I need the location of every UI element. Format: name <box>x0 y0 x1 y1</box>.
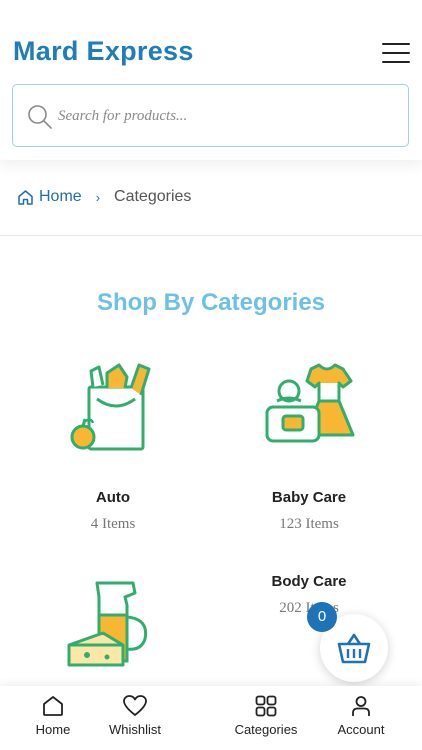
section-title: Shop By Categories <box>96 289 326 316</box>
divider <box>0 235 422 236</box>
basket-icon <box>337 633 371 664</box>
bottom-navigation: Home Whishlist Categories Account <box>0 686 422 750</box>
breadcrumb-home-label: Home <box>39 188 82 205</box>
breadcrumb-current: Categories <box>114 188 192 205</box>
home-icon <box>43 696 63 716</box>
search-icon[interactable] <box>27 104 53 135</box>
category-card-auto[interactable]: Auto 4 Items <box>43 355 183 533</box>
grocery-bag-icon <box>70 363 151 451</box>
category-card-juice[interactable] <box>43 575 183 675</box>
home-icon <box>18 189 33 205</box>
user-icon <box>352 696 370 716</box>
nav-account-label: Account <box>337 722 385 737</box>
hamburger-menu-icon[interactable] <box>382 43 410 63</box>
grid-icon <box>255 695 277 717</box>
juice-cheese-icon <box>67 581 148 667</box>
app-header: Mard Express <box>0 0 422 160</box>
breadcrumb-separator: › <box>95 189 101 205</box>
nav-wishlist[interactable]: Whishlist <box>100 694 170 737</box>
heart-icon <box>123 695 147 716</box>
category-name: Baby Care <box>271 489 347 506</box>
nav-home[interactable]: Home <box>24 694 82 737</box>
nav-categories[interactable]: Categories <box>228 694 304 737</box>
search-input[interactable] <box>58 103 388 129</box>
category-count: 4 Items <box>90 516 136 532</box>
breadcrumb: Home › Categories <box>17 186 191 208</box>
search-box <box>12 84 409 147</box>
brand-logo[interactable]: Mard Express <box>13 36 194 67</box>
category-card-baby-care[interactable]: Baby Care 123 Items <box>239 355 379 533</box>
category-name: Body Care <box>271 573 347 590</box>
nav-wishlist-label: Whishlist <box>108 722 161 737</box>
category-count: 123 Items <box>279 516 339 532</box>
nav-categories-label: Categories <box>234 722 298 737</box>
nav-account[interactable]: Account <box>330 694 392 737</box>
baby-clothes-icon <box>265 363 355 443</box>
category-name: Auto <box>95 489 131 506</box>
cart-count-badge: 0 <box>307 602 337 632</box>
breadcrumb-home-link[interactable]: Home <box>17 188 82 206</box>
nav-home-label: Home <box>35 722 71 737</box>
